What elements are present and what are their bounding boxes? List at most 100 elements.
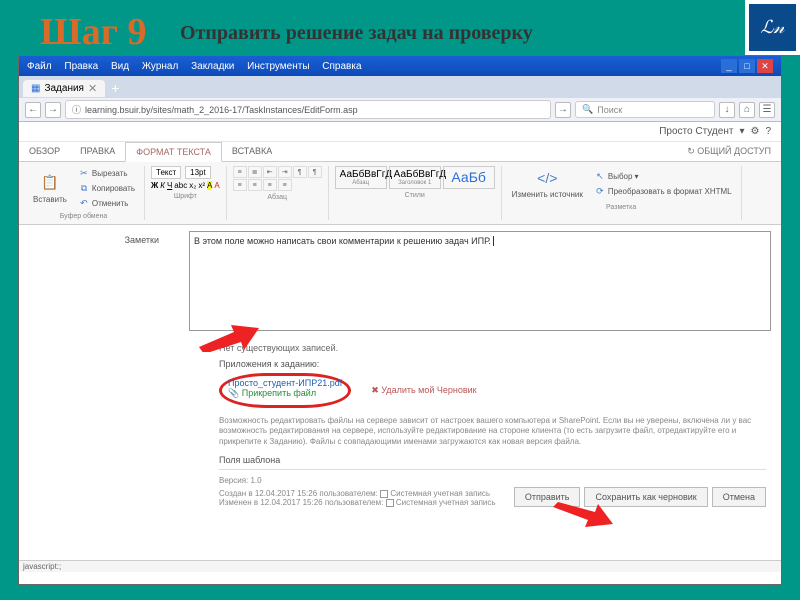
styles-label: Стили: [405, 192, 425, 199]
attach-file-link[interactable]: Прикрепить файл: [242, 388, 316, 398]
gear-icon[interactable]: ⚙: [750, 126, 759, 137]
back-button[interactable]: ←: [25, 102, 41, 118]
sub-button[interactable]: x₂: [189, 181, 196, 190]
browser-tab[interactable]: ▦ Задания ✕: [23, 80, 105, 97]
menu-edit[interactable]: Правка: [64, 61, 98, 72]
clipboard-label: Буфер обмена: [60, 213, 108, 220]
bullets-button[interactable]: ≡: [233, 166, 247, 178]
ribbon-styles-group: АаБбВвГгДАбзац АаБбВвГгДЗаголовок 1 АаБб…: [329, 166, 502, 220]
underline-button[interactable]: Ч: [167, 181, 172, 190]
style-paragraph[interactable]: АаБбВвГгДАбзац: [335, 166, 387, 189]
strike-button[interactable]: abc: [174, 181, 187, 190]
form-main: Заметки В этом поле можно написать свои …: [19, 225, 781, 337]
rtl-button[interactable]: ¶: [308, 166, 322, 178]
tab-overview[interactable]: ОБЗОР: [19, 142, 70, 161]
tab-edit[interactable]: ПРАВКА: [70, 142, 125, 161]
align-left-button[interactable]: ≡: [233, 179, 247, 191]
browser-titlebar: Файл Правка Вид Журнал Закладки Инструме…: [19, 56, 781, 76]
minimize-button[interactable]: _: [721, 59, 737, 73]
ribbon-paragraph-group: ≡ ≣ ⇤ ⇥ ¶ ¶ ≡ ≡ ≡ ≡ Абзац: [227, 166, 329, 220]
ribbon-clipboard-group: 📋 Вставить ✂Вырезать ⧉Копировать ↶Отмени…: [23, 166, 145, 220]
menu-bookmarks[interactable]: Закладки: [191, 61, 234, 72]
paste-icon: 📋: [40, 173, 60, 193]
search-icon: 🔍: [582, 104, 593, 115]
url-input[interactable]: ⓘ learning.bsuir.by/sites/math_2_2016-17…: [65, 100, 551, 119]
help-icon[interactable]: ?: [765, 126, 771, 137]
menu-button[interactable]: ☰: [759, 102, 775, 118]
fontcolor-button[interactable]: A: [214, 181, 219, 190]
menu-tools[interactable]: Инструменты: [247, 61, 309, 72]
cancel-button[interactable]: Отмена: [712, 487, 766, 507]
annotation-arrow-2: [553, 502, 613, 532]
style-more[interactable]: АаБб: [443, 166, 495, 189]
menu-history[interactable]: Журнал: [142, 61, 179, 72]
close-button[interactable]: ✕: [757, 59, 773, 73]
font-select[interactable]: Текст: [151, 166, 181, 179]
user-name[interactable]: Просто Студент: [659, 126, 733, 137]
tab-close-icon[interactable]: ✕: [88, 82, 97, 95]
address-bar: ← → ⓘ learning.bsuir.by/sites/math_2_201…: [19, 98, 781, 122]
bold-button[interactable]: Ж: [151, 181, 158, 190]
url-text: learning.bsuir.by/sites/math_2_2016-17/T…: [85, 105, 358, 115]
university-logo: ℒ𝓃: [745, 0, 800, 55]
checkbox-icon: [386, 499, 394, 507]
template-fields-title: Поля шаблона: [219, 455, 766, 465]
copy-button[interactable]: ⧉Копировать: [75, 181, 138, 195]
cursor-icon: ↖: [594, 170, 606, 182]
browser-menubar: Файл Правка Вид Журнал Закладки Инструме…: [27, 61, 372, 72]
menu-help[interactable]: Справка: [322, 61, 361, 72]
maximize-button[interactable]: □: [739, 59, 755, 73]
action-buttons: Отправить Сохранить как черновик Отмена: [514, 487, 766, 507]
highlight-button[interactable]: A: [207, 181, 212, 190]
attachment-file-link[interactable]: Просто_студент-ИПР21.pdf: [228, 378, 342, 388]
paste-button[interactable]: 📋 Вставить: [29, 171, 71, 206]
menu-file[interactable]: Файл: [27, 61, 52, 72]
forward-button[interactable]: →: [45, 102, 61, 118]
select-button[interactable]: ↖Выбор ▾: [591, 169, 735, 183]
edit-source-button[interactable]: </> Изменить источник: [508, 166, 587, 201]
convert-xhtml-button[interactable]: ⟳Преобразовать в формат XHTML: [591, 184, 735, 198]
size-select[interactable]: 13pt: [185, 166, 211, 179]
ribbon: 📋 Вставить ✂Вырезать ⧉Копировать ↶Отмени…: [19, 162, 781, 225]
convert-icon: ⟳: [594, 185, 606, 197]
paragraph-label: Абзац: [267, 194, 287, 201]
undo-button[interactable]: ↶Отменить: [75, 196, 138, 210]
menu-view[interactable]: Вид: [111, 61, 129, 72]
outdent-button[interactable]: ⇤: [263, 166, 277, 178]
page-content: Просто Студент ▾ ⚙ ? ОБЗОР ПРАВКА ФОРМАТ…: [19, 122, 781, 572]
share-button[interactable]: ↻ ОБЩИЙ ДОСТУП: [677, 142, 781, 161]
style-heading1[interactable]: АаБбВвГгДЗаголовок 1: [389, 166, 441, 189]
align-center-button[interactable]: ≡: [248, 179, 262, 191]
new-tab-button[interactable]: +: [111, 80, 119, 96]
chevron-down-icon[interactable]: ▾: [739, 126, 744, 137]
go-button[interactable]: →: [555, 102, 571, 118]
annotation-arrow-1: [199, 322, 259, 352]
indent-button[interactable]: ⇥: [278, 166, 292, 178]
italic-button[interactable]: К: [160, 181, 165, 190]
font-label: Шрифт: [174, 193, 197, 200]
search-placeholder: Поиск: [597, 105, 622, 115]
numbering-button[interactable]: ≣: [248, 166, 262, 178]
statusbar: javascript:;: [19, 560, 781, 572]
tab-format-text[interactable]: ФОРМАТ ТЕКСТА: [125, 142, 222, 162]
cut-icon: ✂: [78, 167, 90, 179]
comment-textarea[interactable]: В этом поле можно написать свои коммента…: [189, 231, 771, 331]
copy-icon: ⧉: [78, 182, 90, 194]
align-right-button[interactable]: ≡: [263, 179, 277, 191]
ltr-button[interactable]: ¶: [293, 166, 307, 178]
cut-button[interactable]: ✂Вырезать: [75, 166, 138, 180]
markup-label: Разметка: [606, 204, 636, 211]
annotation-oval: Просто_студент-ИПР21.pdf 📎 Прикрепить фа…: [219, 373, 351, 408]
downloads-button[interactable]: ↓: [719, 102, 735, 118]
sup-button[interactable]: x²: [198, 181, 205, 190]
align-justify-button[interactable]: ≡: [278, 179, 292, 191]
undo-icon: ↶: [78, 197, 90, 209]
search-box[interactable]: 🔍 Поиск: [575, 101, 715, 118]
attachments-title: Приложения к заданию:: [219, 359, 766, 369]
window-controls: _ □ ✕: [721, 59, 773, 73]
checkbox-icon: [380, 490, 388, 498]
delete-draft-link[interactable]: ✖ Удалить мой Черновик: [371, 385, 476, 396]
home-button[interactable]: ⌂: [739, 102, 755, 118]
code-icon: </>: [537, 168, 557, 188]
tab-insert[interactable]: ВСТАВКА: [222, 142, 282, 161]
